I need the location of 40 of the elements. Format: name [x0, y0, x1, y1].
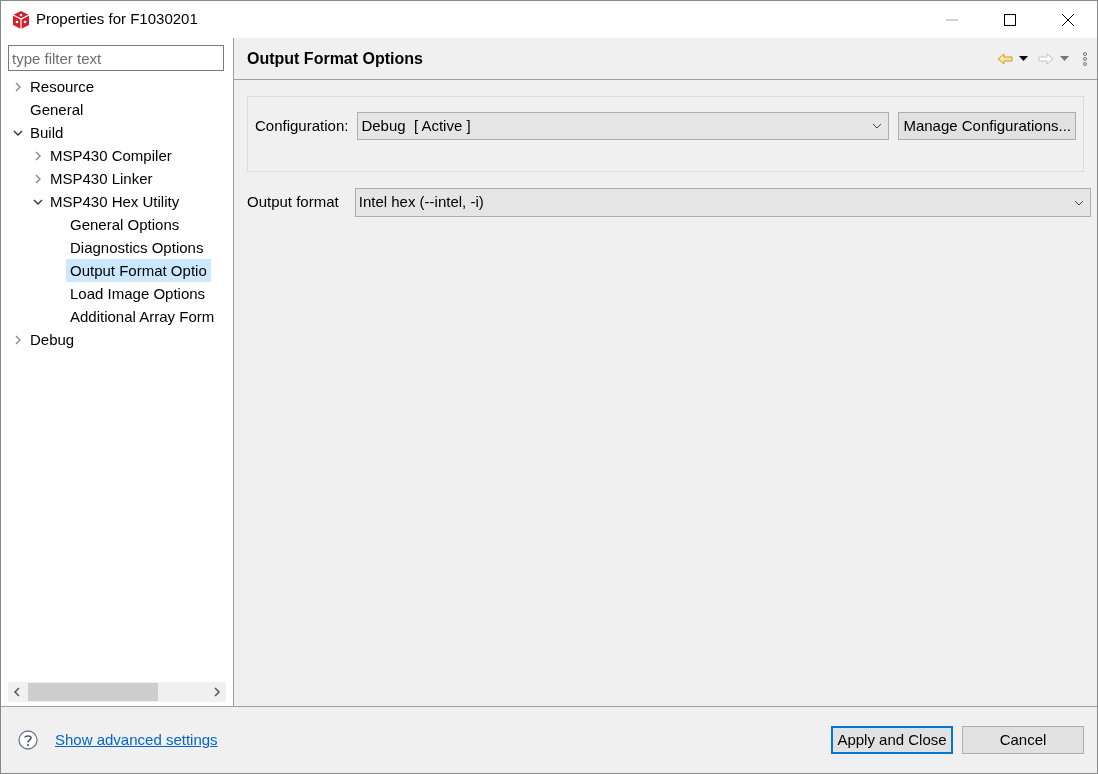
chevron-right-icon[interactable]	[33, 150, 43, 161]
app-logo-icon	[11, 9, 31, 30]
dialog-button[interactable]: Cancel	[962, 726, 1084, 754]
filter-field[interactable]: type filter text	[8, 45, 224, 71]
dialog-button[interactable]: Apply and Close	[831, 726, 953, 754]
tree-item[interactable]: General Options	[66, 213, 184, 236]
help-icon[interactable]	[18, 730, 38, 750]
output-format-dropdown[interactable]: Intel hex (--intel, -i)	[354, 188, 1091, 217]
close-icon[interactable]	[1062, 13, 1074, 26]
tree-item[interactable]: Resource	[26, 75, 99, 98]
tree-item[interactable]: Build	[26, 121, 68, 144]
tree-item[interactable]: Diagnostics Options	[66, 236, 208, 259]
chevron-right-icon[interactable]	[13, 334, 23, 345]
manage-configurations-button[interactable]: Manage Configurations...	[898, 112, 1076, 140]
window-title: Properties for F1030201	[36, 9, 198, 30]
configuration-dropdown[interactable]: Debug [ Active ]	[357, 112, 890, 140]
scrollbar-thumb[interactable]	[28, 683, 158, 701]
tree-item[interactable]: Load Image Options	[66, 282, 210, 305]
tree-item[interactable]: Debug	[26, 328, 79, 351]
maximize-icon[interactable]	[1004, 13, 1016, 26]
chevron-down-icon	[1074, 199, 1084, 206]
tree-item[interactable]: General	[26, 98, 88, 121]
scroll-left-icon[interactable]	[13, 687, 21, 697]
view-menu-icon[interactable]	[1083, 51, 1087, 66]
back-arrow-icon[interactable]	[997, 52, 1013, 65]
tree-item[interactable]: Output Format Optio	[66, 259, 211, 282]
chevron-down-icon	[872, 123, 883, 129]
tree-item[interactable]: MSP430 Compiler	[46, 144, 176, 167]
horizontal-scrollbar[interactable]	[8, 682, 226, 702]
output-format-label: Output format	[247, 192, 339, 213]
page-title: Output Format Options	[247, 48, 423, 69]
tree-item[interactable]: MSP430 Hex Utility	[46, 190, 184, 213]
chevron-right-icon[interactable]	[33, 173, 43, 184]
tree-item[interactable]: MSP430 Linker	[46, 167, 157, 190]
chevron-right-icon[interactable]	[13, 81, 23, 92]
scroll-right-icon[interactable]	[213, 687, 221, 697]
dropdown-caret-icon[interactable]	[1019, 56, 1028, 61]
show-advanced-settings-link[interactable]: Show advanced settings	[55, 728, 218, 752]
tree-item[interactable]: Additional Array Form	[66, 305, 219, 328]
configuration-label: Configuration:	[255, 116, 349, 136]
